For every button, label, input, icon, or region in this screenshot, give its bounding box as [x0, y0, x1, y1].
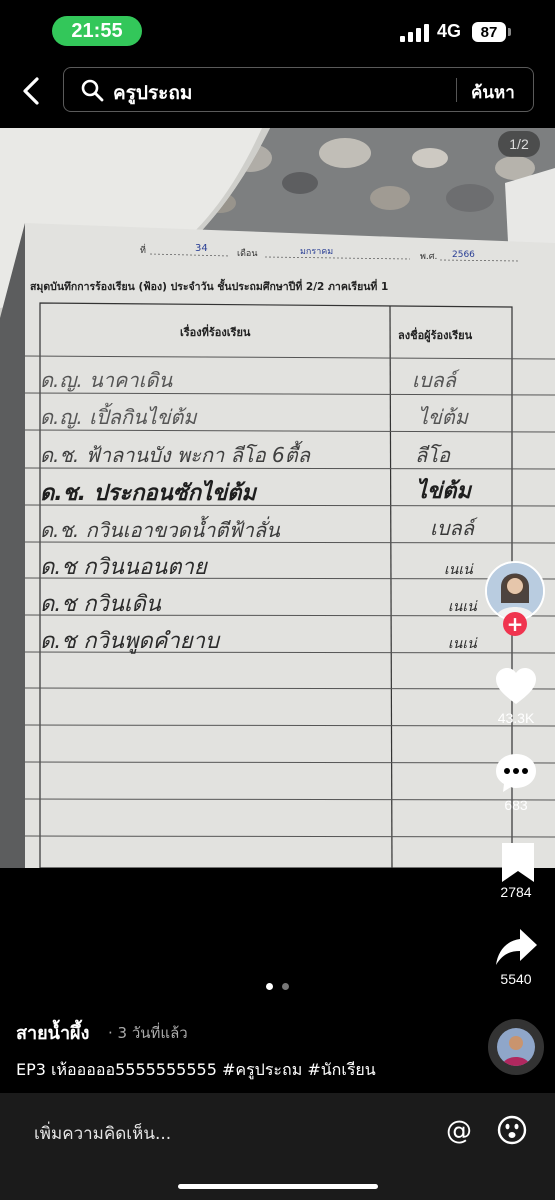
follow-button[interactable]: + — [503, 612, 527, 636]
row-5-subject: ด.ช. กวินเอาขวดน้ำตีฟ้าลั่น — [40, 515, 281, 542]
row-8-subject: ด.ช กวินพูดคำยาบ — [40, 629, 221, 654]
signal-icon — [400, 24, 429, 42]
share-count: 5540 — [500, 971, 532, 987]
row-4-signature: ไข่ต้ม — [416, 477, 472, 504]
post-time: · 3 วันที่แล้ว — [108, 1024, 188, 1042]
comment-icon[interactable] — [494, 751, 538, 795]
row-5-signature: เบลล์ — [430, 516, 478, 540]
svg-text:เดือน: เดือน — [237, 248, 257, 259]
battery-level: 87 — [472, 22, 506, 42]
row-7-subject: ด.ช กวินเดิน — [40, 592, 162, 617]
row-2-subject: ด.ญ. เปิ้ลกินไข่ต้ม — [40, 402, 198, 429]
svg-text:2566: 2566 — [452, 250, 475, 260]
row-1-signature: เบลล์ — [412, 368, 460, 392]
plus-icon: + — [506, 612, 524, 636]
search-icon — [81, 79, 104, 102]
at-icon[interactable]: @ — [446, 1116, 472, 1146]
row-7-signature: เนเน่ — [448, 599, 478, 615]
music-disc-icon[interactable] — [488, 1019, 544, 1075]
svg-text:ลงชื่อผู้ร้องเรียน: ลงชื่อผู้ร้องเรียน — [398, 327, 473, 343]
home-indicator — [178, 1184, 378, 1189]
photo-pager: 1/2 — [498, 131, 540, 157]
row-2-signature: ไข่ต้ม — [418, 405, 470, 429]
comment-input[interactable]: เพิ่มความคิดเห็น... — [34, 1120, 171, 1147]
post-photo[interactable]: ที่ 34 เดือน มกราคม พ.ศ. 2566 สมุดบันทึก… — [0, 128, 555, 868]
bookmark-icon[interactable] — [496, 840, 540, 884]
page-dot — [282, 983, 289, 990]
network-type: 4G — [437, 21, 462, 41]
share-icon[interactable] — [494, 926, 538, 970]
search-query[interactable]: ครูประถม — [113, 78, 192, 108]
row-8-signature: เนเน่ — [448, 636, 478, 652]
row-3-signature: ลีโอ — [415, 443, 451, 467]
like-count: 43.3K — [497, 710, 535, 726]
row-6-subject: ด.ช กวินนอนตาย — [40, 555, 209, 580]
svg-text:เรื่องที่ร้องเรียน: เรื่องที่ร้องเรียน — [180, 324, 251, 339]
row-4-subject: ด.ช. ประกอนซักไข่ต้ม — [40, 479, 257, 506]
save-count: 2784 — [500, 884, 532, 900]
post-caption[interactable]: EP3 เห้อออออ5555555555 #ครูประถม #นักเรี… — [16, 1058, 376, 1083]
comment-count: 683 — [504, 797, 528, 813]
row-1-subject: ด.ญ. นาคาเดิน — [40, 368, 173, 392]
status-time: 21:55 — [52, 16, 142, 46]
battery-icon — [508, 28, 511, 36]
complaint-sheet-photo: ที่ 34 เดือน มกราคม พ.ศ. 2566 สมุดบันทึก… — [0, 128, 555, 868]
row-3-subject: ด.ช. ฟ้าลานบัง พะกา ลีโอ 6ตื้ล — [40, 440, 312, 467]
heart-icon[interactable] — [494, 665, 538, 709]
svg-text:34: 34 — [195, 243, 208, 254]
svg-text:สมุดบันทึกการร้องเรียน (ฟ้อง): สมุดบันทึกการร้องเรียน (ฟ้อง) ประจำวัน ช… — [30, 278, 388, 294]
row-6-signature: เนเน่ — [444, 562, 474, 578]
search-divider — [456, 78, 457, 102]
svg-text:พ.ศ.: พ.ศ. — [420, 252, 437, 262]
author-name[interactable]: สายน้ำผึ้ง — [16, 1018, 89, 1047]
chevron-left-icon[interactable] — [18, 76, 44, 106]
search-button[interactable]: ค้นหา — [471, 79, 515, 106]
svg-text:มกราคม: มกราคม — [300, 247, 333, 257]
page-dot-active — [266, 983, 273, 990]
emoji-icon[interactable] — [497, 1115, 527, 1145]
